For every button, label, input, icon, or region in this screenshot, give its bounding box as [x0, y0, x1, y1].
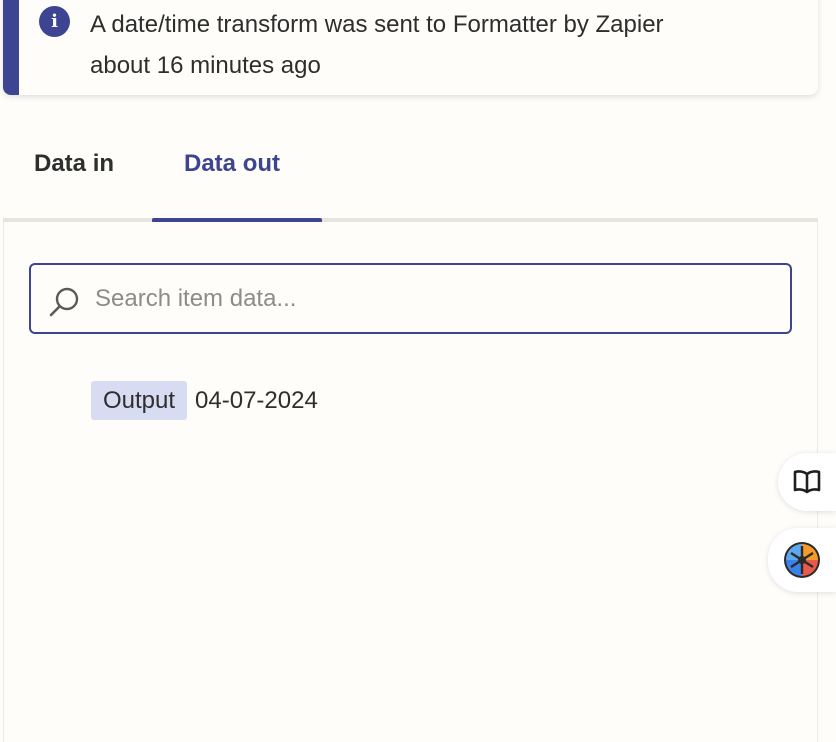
search-box[interactable] — [29, 263, 792, 334]
ai-assistant-button[interactable] — [768, 528, 836, 592]
docs-button[interactable] — [778, 453, 836, 511]
output-row: Output 04-07-2024 — [91, 381, 318, 420]
book-icon — [793, 470, 821, 494]
tab-bar: Data in Data out — [3, 126, 818, 223]
notice-line-1: A date/time transform was sent to Format… — [90, 11, 664, 38]
data-panel: i A date/time transform was sent to Form… — [0, 0, 836, 742]
tab-data-out[interactable]: Data out — [184, 150, 280, 178]
output-key-chip[interactable]: Output — [91, 381, 188, 420]
search-icon — [49, 287, 79, 317]
search-input[interactable] — [95, 265, 775, 332]
info-icon: i — [39, 6, 70, 37]
notice-line-2: about 16 minutes ago — [90, 52, 321, 79]
notice-text: A date/time transform was sent to Format… — [90, 4, 810, 86]
output-value: 04-07-2024 — [195, 386, 318, 414]
tab-data-in[interactable]: Data in — [34, 150, 114, 178]
info-notice: i A date/time transform was sent to Form… — [3, 0, 818, 95]
ai-copilot-icon — [784, 542, 820, 578]
